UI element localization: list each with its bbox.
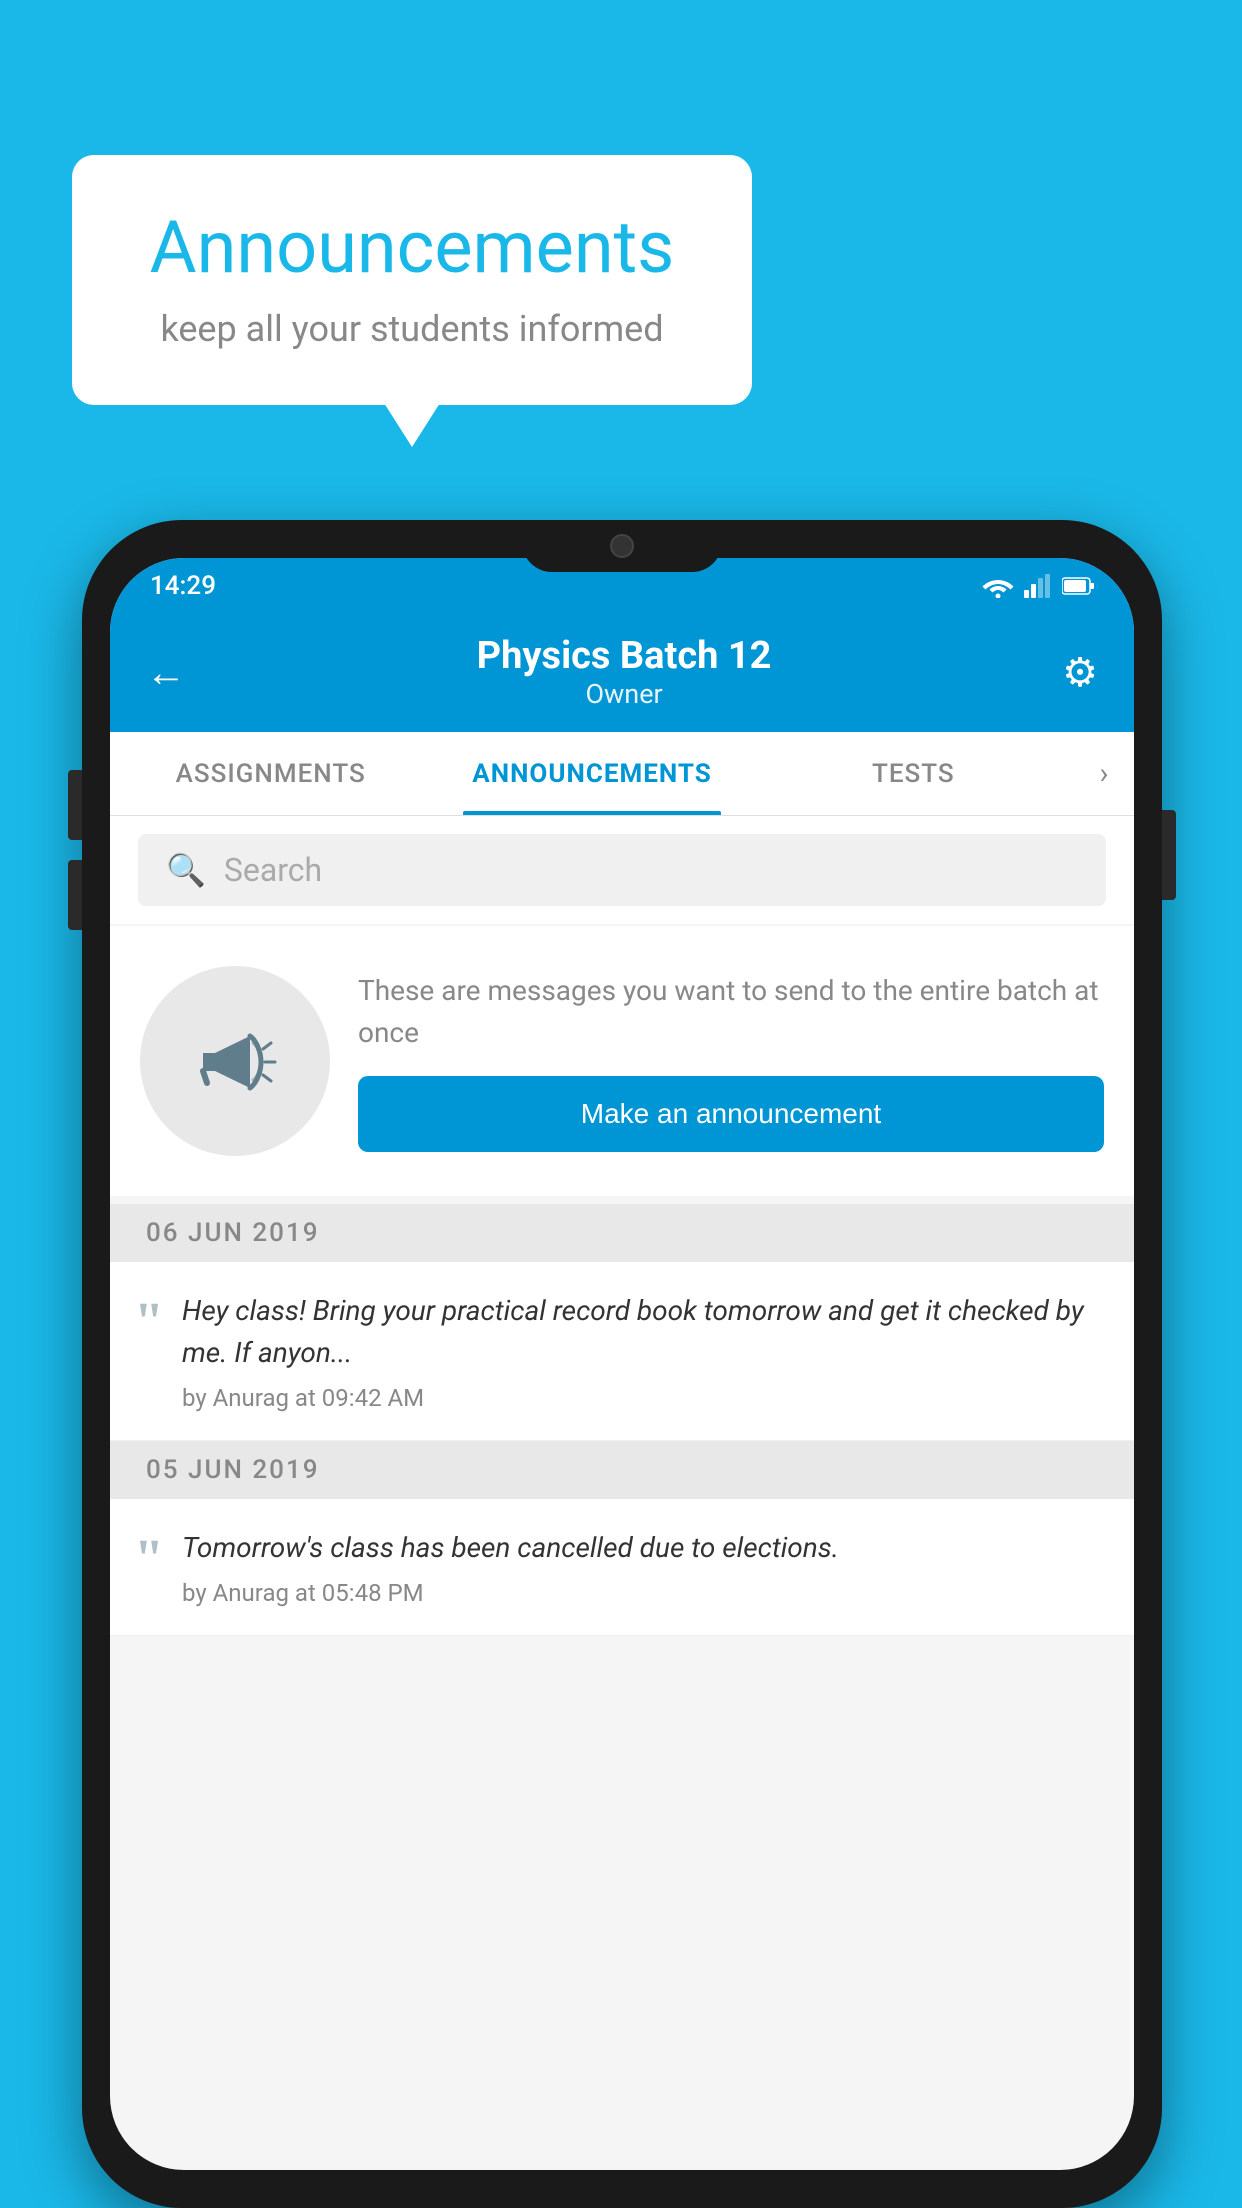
speech-bubble-container: Announcements keep all your students inf… — [72, 155, 752, 405]
date-separator-2: 05 JUN 2019 — [110, 1441, 1134, 1499]
wifi-icon — [982, 574, 1014, 598]
announcement-text-1: Hey class! Bring your practical record b… — [182, 1290, 1106, 1374]
announcement-meta-1: by Anurag at 09:42 AM — [182, 1384, 1106, 1412]
tab-more-icon[interactable]: › — [1074, 756, 1134, 791]
speech-bubble: Announcements keep all your students inf… — [72, 155, 752, 405]
volume-up-button[interactable] — [68, 770, 82, 840]
announcement-item-2[interactable]: " Tomorrow's class has been cancelled du… — [110, 1499, 1134, 1636]
tabs-container: ASSIGNMENTS ANNOUNCEMENTS TESTS › — [110, 732, 1134, 816]
search-bar-container: 🔍 Search — [110, 816, 1134, 924]
volume-down-button[interactable] — [68, 860, 82, 930]
signal-icon — [1024, 574, 1052, 598]
status-icons — [982, 574, 1094, 598]
megaphone-circle — [140, 966, 330, 1156]
make-announcement-button[interactable]: Make an announcement — [358, 1076, 1104, 1152]
status-time: 14:29 — [150, 571, 216, 601]
speech-bubble-subtitle: keep all your students informed — [132, 308, 692, 350]
promo-right: These are messages you want to send to t… — [358, 970, 1104, 1152]
tab-assignments[interactable]: ASSIGNMENTS — [110, 732, 431, 815]
front-camera — [610, 534, 634, 558]
quote-icon-2: " — [134, 1531, 164, 1585]
battery-icon — [1062, 576, 1094, 596]
batch-role: Owner — [186, 678, 1062, 710]
quote-icon-1: " — [134, 1294, 164, 1348]
back-button[interactable]: ← — [146, 649, 186, 696]
batch-title: Physics Batch 12 — [186, 634, 1062, 678]
announcement-meta-2: by Anurag at 05:48 PM — [182, 1579, 1106, 1607]
date-separator-1: 06 JUN 2019 — [110, 1204, 1134, 1262]
speech-bubble-title: Announcements — [132, 205, 692, 290]
settings-icon[interactable]: ⚙ — [1062, 649, 1098, 696]
search-placeholder: Search — [224, 851, 322, 889]
announcement-content-2: Tomorrow's class has been cancelled due … — [182, 1527, 1106, 1607]
announcement-item-1[interactable]: " Hey class! Bring your practical record… — [110, 1262, 1134, 1441]
phone-notch — [522, 520, 722, 572]
promo-description: These are messages you want to send to t… — [358, 970, 1104, 1054]
megaphone-icon — [185, 1011, 285, 1111]
app-header: ← Physics Batch 12 Owner ⚙ — [110, 614, 1134, 732]
tab-announcements[interactable]: ANNOUNCEMENTS — [431, 732, 752, 815]
announcement-text-2: Tomorrow's class has been cancelled due … — [182, 1527, 1106, 1569]
announcement-promo-card: These are messages you want to send to t… — [110, 926, 1134, 1196]
power-button[interactable] — [1162, 810, 1176, 900]
tab-tests[interactable]: TESTS — [753, 732, 1074, 815]
search-bar[interactable]: 🔍 Search — [138, 834, 1106, 906]
announcement-content-1: Hey class! Bring your practical record b… — [182, 1290, 1106, 1412]
phone-mockup: 14:29 — [82, 520, 1162, 2208]
search-icon: 🔍 — [166, 851, 206, 889]
phone-screen: 14:29 — [110, 558, 1134, 2170]
header-title-section: Physics Batch 12 Owner — [186, 634, 1062, 710]
